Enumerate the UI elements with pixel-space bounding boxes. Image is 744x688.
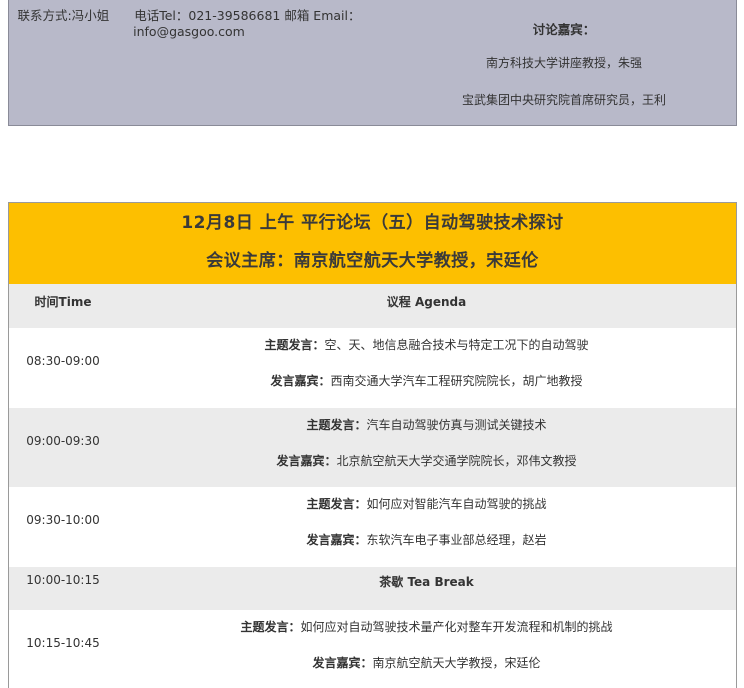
speaker-text: 东软汽车电子事业部总经理，赵岩: [366, 533, 547, 547]
session-time: 10:15-10:45: [26, 636, 100, 650]
topic-label: 主题发言：: [306, 497, 367, 511]
session-time: 09:30-10:00: [26, 513, 100, 527]
speaker-label: 发言嘉宾：: [276, 454, 337, 468]
topic-text: 汽车自动驾驶仿真与测试关键技术: [366, 418, 547, 432]
speaker-line: 发言嘉宾：南京航空航天大学教授，宋廷伦: [117, 654, 736, 671]
table-row: 10:00-10:15 茶歇 Tea Break: [9, 567, 736, 610]
forum-header: 12月8日 上午 平行论坛（五）自动驾驶技术探讨 会议主席：南京航空航天大学教授…: [9, 203, 736, 284]
forum-chair: 会议主席：南京航空航天大学教授，宋廷伦: [206, 251, 539, 271]
speaker-line: 发言嘉宾：西南交通大学汽车工程研究院院长，胡广地教授: [117, 372, 736, 389]
topic-text: 如何应对自动驾驶技术量产化对整车开发流程和机制的挑战: [300, 620, 613, 634]
previous-session-info-box: 联系方式:冯小姐 电话Tel：021-39586681 邮箱 Email： in…: [8, 0, 737, 126]
speaker-line: 发言嘉宾：东软汽车电子事业部总经理，赵岩: [117, 531, 736, 548]
speaker-label: 发言嘉宾：: [270, 374, 331, 388]
contact-email: info@gasgoo.com: [133, 24, 245, 39]
topic-label: 主题发言：: [240, 620, 301, 634]
discussion-guest: 宝武集团中央研究院首席研究员，王利: [461, 93, 666, 107]
topic-text: 如何应对智能汽车自动驾驶的挑战: [366, 497, 547, 511]
time-column-header: 时间Time: [34, 295, 92, 309]
tea-break: 茶歇 Tea Break: [117, 573, 736, 590]
forum-agenda-table: 12月8日 上午 平行论坛（五）自动驾驶技术探讨 会议主席：南京航空航天大学教授…: [8, 202, 737, 688]
speaker-label: 发言嘉宾：: [312, 656, 373, 670]
table-row: 08:30-09:00 主题发言：空、天、地信息融合技术与特定工况下的自动驾驶 …: [9, 328, 736, 408]
page: 联系方式:冯小姐 电话Tel：021-39586681 邮箱 Email： in…: [0, 0, 744, 688]
discussion-guest: 南方科技大学讲座教授，朱强: [485, 56, 642, 70]
topic-label: 主题发言：: [264, 338, 325, 352]
session-time: 08:30-09:00: [26, 354, 100, 368]
topic-label: 主题发言：: [306, 418, 367, 432]
topic-line: 主题发言：汽车自动驾驶仿真与测试关键技术: [117, 416, 736, 433]
contact-info: 联系方式:冯小姐 电话Tel：021-39586681 邮箱 Email： in…: [9, 8, 369, 40]
topic-line: 主题发言：如何应对自动驾驶技术量产化对整车开发流程和机制的挑战: [117, 618, 736, 635]
speaker-text: 西南交通大学汽车工程研究院院长，胡广地教授: [330, 374, 583, 388]
tea-break-label: 茶歇 Tea Break: [379, 575, 474, 589]
speaker-line: 发言嘉宾：北京航空航天大学交通学院院长，邓伟文教授: [117, 452, 736, 469]
discussion-title: 讨论嘉宾：: [532, 22, 596, 37]
topic-line: 主题发言：空、天、地信息融合技术与特定工况下的自动驾驶: [117, 336, 736, 353]
session-time: 09:00-09:30: [26, 434, 100, 448]
agenda-column-header: 议程 Agenda: [386, 295, 467, 309]
session-time: 10:00-10:15: [26, 573, 100, 587]
table-row: 10:15-10:45 主题发言：如何应对自动驾驶技术量产化对整车开发流程和机制…: [9, 610, 736, 688]
speaker-text: 北京航空航天大学交通学院院长，邓伟文教授: [336, 454, 577, 468]
table-row: 09:00-09:30 主题发言：汽车自动驾驶仿真与测试关键技术 发言嘉宾：北京…: [9, 408, 736, 487]
speaker-text: 南京航空航天大学教授，宋廷伦: [372, 656, 541, 670]
topic-text: 空、天、地信息融合技术与特定工况下的自动驾驶: [324, 338, 589, 352]
topic-line: 主题发言：如何应对智能汽车自动驾驶的挑战: [117, 495, 736, 512]
forum-title: 12月8日 上午 平行论坛（五）自动驾驶技术探讨: [181, 213, 564, 233]
speaker-label: 发言嘉宾：: [306, 533, 367, 547]
table-header-row: 时间Time 议程 Agenda: [9, 284, 736, 328]
contact-line: 联系方式:冯小姐 电话Tel：021-39586681 邮箱 Email：: [17, 8, 361, 23]
table-row: 09:30-10:00 主题发言：如何应对智能汽车自动驾驶的挑战 发言嘉宾：东软…: [9, 487, 736, 567]
